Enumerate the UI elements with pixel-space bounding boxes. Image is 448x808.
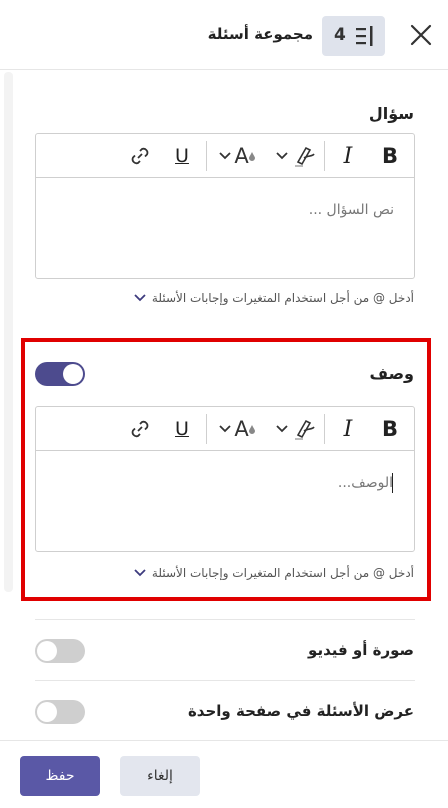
question-label: سؤال <box>368 104 414 123</box>
page-title: مجموعة أسئلة <box>207 25 313 43</box>
bold-button[interactable]: B <box>376 134 404 178</box>
save-button[interactable]: حفظ <box>20 756 100 796</box>
description-placeholder: الوصف... <box>337 475 393 491</box>
droplet-icon <box>248 424 255 434</box>
chevron-down-icon <box>134 294 146 302</box>
description-toolbar: B I A U <box>36 407 414 451</box>
toolbar-divider <box>324 414 325 444</box>
chevron-down-icon <box>219 152 231 160</box>
description-label: وصف <box>369 364 414 383</box>
panel-header: 4 مجموعة أسئلة <box>0 0 448 70</box>
question-hint-text: أدخل @ من أجل استخدام المتغيرات وإجابات … <box>151 291 414 305</box>
chevron-down-icon <box>276 152 288 160</box>
list-icon <box>356 26 373 46</box>
question-placeholder: نص السؤال ... <box>308 202 394 218</box>
droplet-icon <box>248 151 255 161</box>
font-color-icon: A <box>234 144 249 168</box>
italic-icon: I <box>343 143 353 169</box>
chevron-down-icon <box>219 425 231 433</box>
divider <box>35 680 415 681</box>
toolbar-divider <box>206 141 207 171</box>
question-text-area[interactable]: نص السؤال ... <box>36 178 414 278</box>
italic-button[interactable]: I <box>334 407 362 451</box>
text-cursor <box>392 473 393 493</box>
font-color-icon: A <box>234 417 249 441</box>
description-hint-text: أدخل @ من أجل استخدام المتغيرات وإجابات … <box>151 566 414 580</box>
highlighter-icon <box>295 146 315 167</box>
chevron-down-icon <box>276 425 288 433</box>
underline-icon: U <box>175 145 189 167</box>
divider <box>35 619 415 620</box>
underline-icon: U <box>175 418 189 440</box>
italic-button[interactable]: I <box>334 134 362 178</box>
toggle-knob <box>37 641 57 661</box>
link-icon <box>131 147 149 165</box>
underline-button[interactable]: U <box>168 134 196 178</box>
description-text-area[interactable]: الوصف... <box>36 451 414 551</box>
link-button[interactable] <box>126 134 154 178</box>
highlighter-icon <box>295 419 315 440</box>
single-page-option-label: عرض الأسئلة في صفحة واحدة <box>187 702 414 720</box>
toggle-knob <box>63 364 83 384</box>
font-color-dropdown[interactable]: A <box>214 407 260 451</box>
highlight-color-dropdown[interactable] <box>274 134 320 178</box>
link-button[interactable] <box>126 407 154 451</box>
media-option-label: صورة أو فيديو <box>308 641 414 659</box>
close-icon <box>410 24 432 46</box>
toolbar-divider <box>324 141 325 171</box>
question-editor[interactable]: B I A U نص السؤال ... <box>35 133 415 279</box>
question-hint[interactable]: أدخل @ من أجل استخدام المتغيرات وإجابات … <box>134 291 414 305</box>
bold-icon: B <box>381 144 398 168</box>
link-icon <box>131 420 149 438</box>
scrollbar[interactable] <box>4 72 13 592</box>
panel-footer: حفظ إلغاء <box>0 740 448 808</box>
highlight-color-dropdown[interactable] <box>274 407 320 451</box>
font-color-dropdown[interactable]: A <box>214 134 260 178</box>
bold-button[interactable]: B <box>376 407 404 451</box>
close-button[interactable] <box>408 22 434 48</box>
italic-icon: I <box>343 416 353 442</box>
question-toolbar: B I A U <box>36 134 414 178</box>
chevron-down-icon <box>134 569 146 577</box>
bold-icon: B <box>381 417 398 441</box>
description-toggle[interactable] <box>35 362 85 386</box>
cancel-button[interactable]: إلغاء <box>120 756 200 796</box>
toggle-knob <box>37 702 57 722</box>
single-page-toggle[interactable] <box>35 700 85 724</box>
media-toggle[interactable] <box>35 639 85 663</box>
description-hint[interactable]: أدخل @ من أجل استخدام المتغيرات وإجابات … <box>134 566 414 580</box>
question-count-badge[interactable]: 4 <box>322 16 385 56</box>
question-count: 4 <box>334 25 346 45</box>
underline-button[interactable]: U <box>168 407 196 451</box>
description-editor[interactable]: B I A U الوصف... <box>35 406 415 552</box>
toolbar-divider <box>206 414 207 444</box>
